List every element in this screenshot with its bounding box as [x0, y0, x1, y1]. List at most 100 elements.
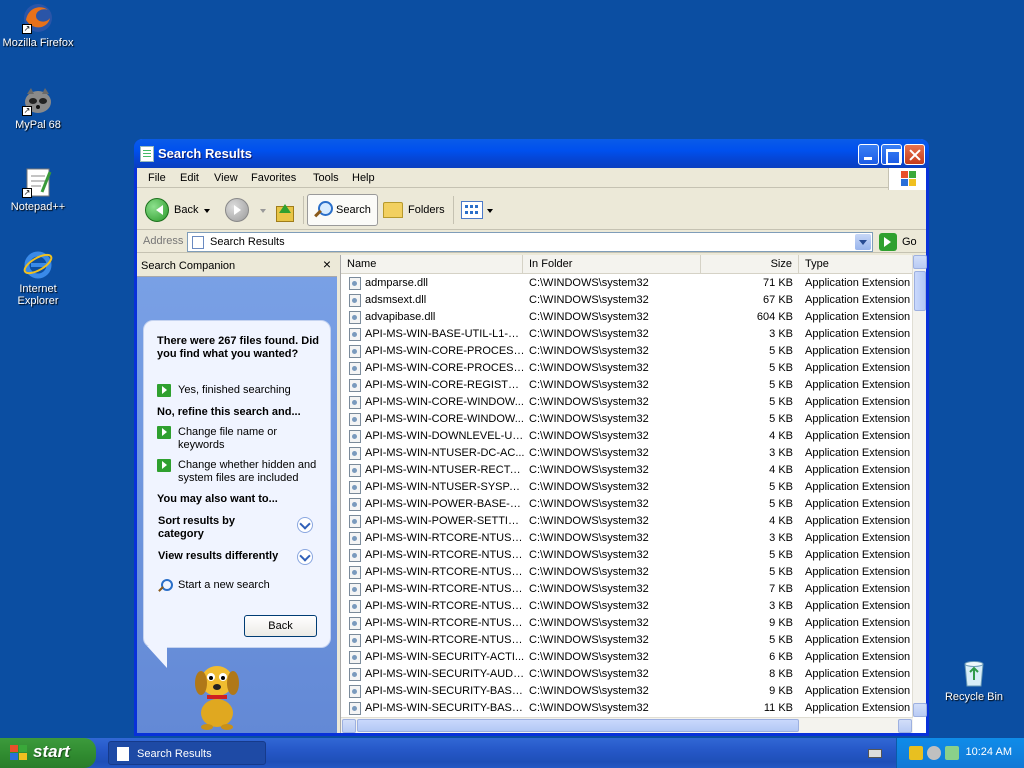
- table-row[interactable]: API-MS-WIN-POWER-BASE-L... C:\WINDOWS\sys…: [341, 496, 913, 513]
- desktop-icon-recycle-bin[interactable]: Recycle Bin: [936, 656, 1012, 703]
- menu-favorites[interactable]: Favorites: [251, 172, 296, 184]
- table-row[interactable]: admparse.dll C:\WINDOWS\system32 71 KB Appl…: [341, 275, 913, 292]
- start-button[interactable]: start: [0, 738, 96, 768]
- file-size: 4 KB: [769, 515, 793, 527]
- file-type: Application Extension: [805, 668, 911, 680]
- table-row[interactable]: API-MS-WIN-CORE-PROCESS... C:\WINDOWS\sys…: [341, 343, 913, 360]
- folders-button[interactable]: Folders: [383, 194, 445, 226]
- menu-file[interactable]: File: [148, 172, 166, 184]
- table-row[interactable]: API-MS-WIN-CORE-REGISTR... C:\WINDOWS\sys…: [341, 377, 913, 394]
- table-row[interactable]: API-MS-WIN-RTCORE-NTUSE... C:\WINDOWS\sys…: [341, 598, 913, 615]
- chevron-down-icon[interactable]: [297, 517, 313, 533]
- table-row[interactable]: API-MS-WIN-DOWNLEVEL-US... C:\WINDOWS\sys…: [341, 428, 913, 445]
- table-row[interactable]: API-MS-WIN-CORE-PROCESS... C:\WINDOWS\sys…: [341, 360, 913, 377]
- forward-dropdown-icon[interactable]: [260, 208, 266, 216]
- yes-finished-link[interactable]: Yes, finished searching: [157, 384, 291, 397]
- column-header-name[interactable]: Name: [341, 255, 523, 274]
- results-rows: admparse.dll C:\WINDOWS\system32 71 KB Appl…: [341, 275, 913, 715]
- table-row[interactable]: API-MS-WIN-SECURITY-BASE... C:\WINDOWS\sy…: [341, 683, 913, 700]
- views-button[interactable]: [461, 194, 493, 226]
- table-row[interactable]: API-MS-WIN-CORE-WINDOW... C:\WINDOWS\syst…: [341, 411, 913, 428]
- desktop-icon-ie[interactable]: Internet Explorer: [0, 248, 76, 307]
- close-button[interactable]: [904, 144, 925, 165]
- address-dropdown-icon[interactable]: [855, 234, 871, 250]
- table-row[interactable]: API-MS-WIN-NTUSER-SYSPA... C:\WINDOWS\sys…: [341, 479, 913, 496]
- table-row[interactable]: API-MS-WIN-BASE-UTIL-L1-1-... C:\WINDOWS\…: [341, 326, 913, 343]
- address-input[interactable]: Search Results: [187, 232, 873, 252]
- companion-back-button[interactable]: Back: [244, 615, 317, 637]
- chevron-down-icon[interactable]: [297, 549, 313, 565]
- desktop-icon-firefox[interactable]: ↗ Mozilla Firefox: [0, 2, 76, 49]
- scroll-right-button[interactable]: [898, 719, 912, 733]
- table-row[interactable]: API-MS-WIN-RTCORE-NTUSE... C:\WINDOWS\sys…: [341, 615, 913, 632]
- table-row[interactable]: API-MS-WIN-SECURITY-ACTI... C:\WINDOWS\sy…: [341, 649, 913, 666]
- dll-file-icon: [349, 345, 361, 358]
- search-companion-title: Search Companion: [141, 260, 236, 272]
- file-folder: C:\WINDOWS\system32: [529, 685, 649, 697]
- back-dropdown-icon[interactable]: [204, 208, 211, 216]
- desktop-icon-notepadpp[interactable]: ↗ Notepad++: [0, 166, 76, 213]
- up-folder-button[interactable]: [273, 194, 295, 226]
- desktop-icon-mypal[interactable]: ↗ MyPal 68: [0, 84, 76, 131]
- table-row[interactable]: advapibase.dll C:\WINDOWS\system32 604 KB A…: [341, 309, 913, 326]
- table-row[interactable]: API-MS-WIN-RTCORE-NTUSE... C:\WINDOWS\sys…: [341, 530, 913, 547]
- horizontal-scrollbar[interactable]: [341, 717, 913, 733]
- sort-results-link[interactable]: Sort results by category: [158, 515, 268, 541]
- back-button[interactable]: Back: [145, 194, 211, 226]
- search-button[interactable]: Search: [307, 194, 378, 226]
- file-name: API-MS-WIN-SECURITY-BASE...: [365, 685, 525, 697]
- security-shield-icon[interactable]: [909, 746, 923, 760]
- table-row[interactable]: API-MS-WIN-CORE-WINDOW... C:\WINDOWS\syst…: [341, 394, 913, 411]
- table-row[interactable]: API-MS-WIN-RTCORE-NTUSE... C:\WINDOWS\sys…: [341, 547, 913, 564]
- maximize-button[interactable]: [881, 144, 902, 165]
- menu-view[interactable]: View: [214, 172, 238, 184]
- file-size: 5 KB: [769, 379, 793, 391]
- dll-file-icon: [349, 430, 361, 443]
- title-bar[interactable]: Search Results: [134, 139, 929, 168]
- close-icon[interactable]: ×: [323, 256, 331, 272]
- menu-edit[interactable]: Edit: [180, 172, 199, 184]
- desktop-icon-label: Mozilla Firefox: [2, 37, 74, 49]
- minimize-button[interactable]: [858, 144, 879, 165]
- table-row[interactable]: adsmsext.dll C:\WINDOWS\system32 67 KB Appl…: [341, 292, 913, 309]
- view-results-link[interactable]: View results differently: [158, 550, 278, 562]
- green-arrow-icon: [157, 426, 171, 439]
- file-name: API-MS-WIN-RTCORE-NTUSE...: [365, 549, 525, 561]
- desktop-icon-label: Internet Explorer: [17, 283, 59, 307]
- taskbar-item-search-results[interactable]: Search Results: [108, 741, 266, 765]
- network-icon[interactable]: [945, 746, 959, 760]
- scroll-up-button[interactable]: [913, 255, 927, 269]
- table-row[interactable]: API-MS-WIN-SECURITY-AUDI... C:\WINDOWS\sy…: [341, 666, 913, 683]
- scroll-left-button[interactable]: [342, 719, 356, 733]
- menu-help[interactable]: Help: [352, 172, 375, 184]
- table-row[interactable]: API-MS-WIN-NTUSER-RECTA... C:\WINDOWS\sys…: [341, 462, 913, 479]
- change-file-name-link[interactable]: Change file name or keywords: [157, 426, 317, 452]
- vertical-scrollbar[interactable]: [912, 255, 927, 717]
- table-row[interactable]: API-MS-WIN-POWER-SETTIN... C:\WINDOWS\sys…: [341, 513, 913, 530]
- table-row[interactable]: API-MS-WIN-SECURITY-BASE... C:\WINDOWS\sy…: [341, 700, 913, 715]
- column-header-type[interactable]: Type: [799, 255, 913, 274]
- column-header-folder[interactable]: In Folder: [523, 255, 701, 274]
- keyboard-icon[interactable]: [868, 749, 882, 758]
- table-row[interactable]: API-MS-WIN-NTUSER-DC-AC... C:\WINDOWS\sys…: [341, 445, 913, 462]
- file-folder: C:\WINDOWS\system32: [529, 702, 649, 714]
- table-row[interactable]: API-MS-WIN-RTCORE-NTUSE... C:\WINDOWS\sys…: [341, 564, 913, 581]
- file-folder: C:\WINDOWS\system32: [529, 362, 649, 374]
- scroll-down-button[interactable]: [913, 703, 927, 717]
- new-search-link[interactable]: Start a new search: [157, 579, 270, 593]
- column-header-size[interactable]: Size: [701, 255, 799, 274]
- menu-tools[interactable]: Tools: [313, 172, 339, 184]
- horizontal-scroll-thumb[interactable]: [357, 719, 799, 732]
- desktop-icon-label: Notepad++: [10, 201, 66, 213]
- change-file-name-label: Change file name or keywords: [178, 426, 278, 451]
- dll-file-icon: [349, 583, 361, 596]
- tray-app-icon[interactable]: [927, 746, 941, 760]
- vertical-scroll-thumb[interactable]: [914, 271, 926, 311]
- forward-button[interactable]: [225, 194, 266, 226]
- file-size: 4 KB: [769, 430, 793, 442]
- file-name: API-MS-WIN-RTCORE-NTUSE...: [365, 600, 525, 612]
- table-row[interactable]: API-MS-WIN-RTCORE-NTUSE... C:\WINDOWS\sys…: [341, 632, 913, 649]
- change-hidden-link[interactable]: Change whether hidden and system files a…: [157, 459, 321, 485]
- go-button[interactable]: Go: [879, 233, 917, 251]
- table-row[interactable]: API-MS-WIN-RTCORE-NTUSE... C:\WINDOWS\sys…: [341, 581, 913, 598]
